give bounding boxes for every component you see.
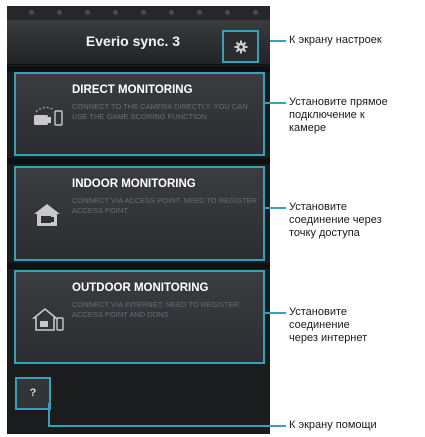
card-description: CONNECT VIA INTERNET. NEED TO REGISTER A… bbox=[72, 300, 240, 319]
divider bbox=[7, 158, 270, 164]
divider bbox=[7, 263, 270, 269]
annotation-line: точку доступа bbox=[289, 227, 360, 239]
camera-phone-direct-icon bbox=[32, 102, 64, 133]
app-screen: Everio sync. 3 DIRECT MONITORING CONNECT… bbox=[7, 6, 270, 434]
settings-button[interactable] bbox=[222, 30, 259, 63]
help-connector-vertical bbox=[48, 403, 50, 427]
direct-annotation: Установите прямое подключение к камере bbox=[289, 96, 388, 135]
annotation-line: соединение через bbox=[289, 214, 382, 226]
app-title: Everio sync. 3 bbox=[85, 33, 181, 49]
help-annotation: К экрану помощи bbox=[289, 419, 377, 431]
status-strip bbox=[7, 6, 270, 20]
card-description: CONNECT TO THE CAMERA DIRECTLY. YOU CAN … bbox=[72, 102, 248, 121]
settings-connector bbox=[270, 40, 286, 42]
outdoor-annotation: Установите соединение через интернет bbox=[289, 306, 367, 345]
annotation-line: подключение к bbox=[289, 109, 365, 121]
annotation-line: Установите bbox=[289, 201, 347, 213]
gear-icon bbox=[234, 40, 248, 54]
direct-monitoring-button[interactable]: DIRECT MONITORING CONNECT TO THE CAMERA … bbox=[14, 72, 265, 156]
indoor-connector bbox=[265, 207, 286, 209]
indoor-annotation: Установите соединение через точку доступ… bbox=[289, 201, 382, 240]
help-connector-horizontal bbox=[48, 425, 286, 427]
card-description: CONNECT VIA ACCESS POINT. NEED TO REGIST… bbox=[72, 196, 258, 215]
indoor-monitoring-button[interactable]: INDOOR MONITORING CONNECT VIA ACCESS POI… bbox=[14, 166, 265, 261]
outdoor-connector bbox=[265, 312, 286, 314]
annotation-line: Установите bbox=[289, 306, 347, 318]
annotation-line: камере bbox=[289, 122, 327, 134]
settings-annotation: К экрану настроек bbox=[289, 34, 382, 46]
card-title: INDOOR MONITORING bbox=[72, 178, 196, 190]
card-title: OUTDOOR MONITORING bbox=[72, 282, 209, 294]
outdoor-monitoring-button[interactable]: OUTDOOR MONITORING CONNECT VIA INTERNET.… bbox=[14, 270, 265, 364]
annotation-line: через интернет bbox=[289, 332, 368, 344]
house-phone-icon bbox=[31, 306, 64, 337]
card-title: DIRECT MONITORING bbox=[72, 84, 193, 96]
annotation-line: Установите прямое bbox=[289, 96, 388, 108]
house-camera-icon bbox=[32, 202, 62, 233]
annotation-line: соединение bbox=[289, 319, 350, 331]
direct-connector bbox=[265, 102, 286, 104]
help-button[interactable]: ? bbox=[15, 377, 51, 410]
